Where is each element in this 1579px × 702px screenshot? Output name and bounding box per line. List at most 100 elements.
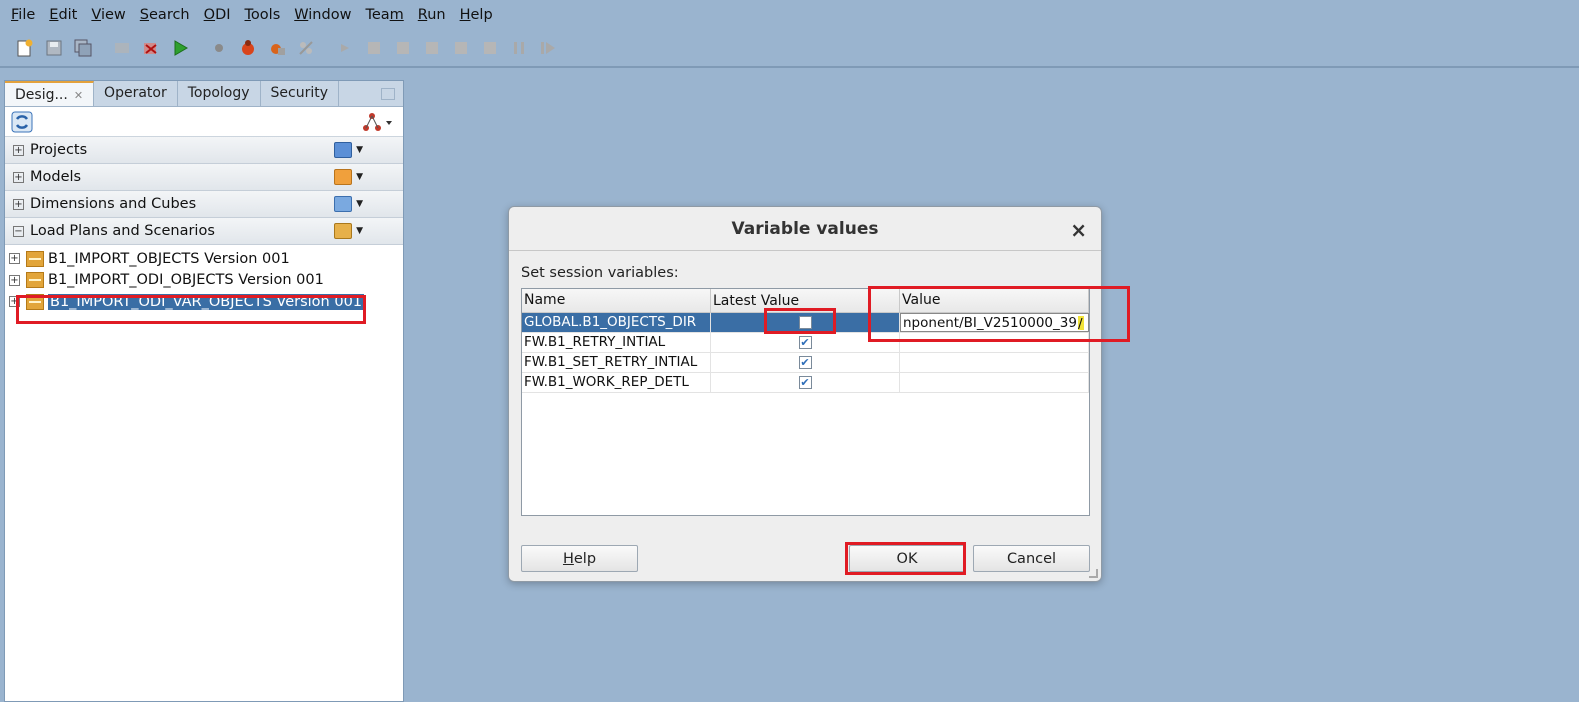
tab-topology[interactable]: Topology: [178, 81, 261, 106]
accordion-load-plans-label: Load Plans and Scenarios: [30, 223, 215, 239]
dimensions-menu-icon[interactable]: ▼: [334, 196, 363, 212]
step-into-icon[interactable]: [363, 37, 385, 59]
navigator-panel: Desig... ✕ Operator Topology Security + P…: [4, 80, 404, 702]
menu-edit[interactable]: Edit: [42, 7, 84, 23]
help-button[interactable]: Help: [521, 545, 638, 572]
table-row[interactable]: FW.B1_WORK_REP_DETL ✔: [522, 373, 1089, 393]
menu-run[interactable]: Run: [411, 7, 453, 23]
debug-icon[interactable]: [237, 37, 259, 59]
models-menu-icon[interactable]: ▼: [334, 169, 363, 185]
latest-value-checkbox[interactable]: ✔: [798, 336, 812, 349]
resize-grip-icon[interactable]: [1089, 569, 1098, 578]
menu-view-mnemonic: V: [91, 7, 101, 23]
menu-search-mnemonic: S: [139, 7, 150, 23]
menu-help-label: elp: [470, 7, 493, 23]
menu-search-label: earch: [149, 7, 190, 23]
expand-icon[interactable]: +: [13, 198, 24, 210]
menu-window-label: indow: [308, 7, 352, 23]
expand-icon[interactable]: +: [13, 144, 24, 156]
close-icon[interactable]: ×: [1070, 218, 1087, 242]
debug-clear-icon[interactable]: [295, 37, 317, 59]
scenario-icon: [26, 272, 44, 289]
menu-view-label: iew: [100, 7, 126, 23]
expand-icon[interactable]: +: [9, 274, 20, 286]
new-icon[interactable]: [14, 37, 36, 59]
value-cell[interactable]: [900, 373, 1089, 392]
menu-tools[interactable]: Tools: [238, 7, 288, 23]
tab-security[interactable]: Security: [261, 81, 340, 106]
navigator-toolbar: [5, 107, 403, 137]
highlight-ok-button: [845, 542, 966, 575]
menu-window[interactable]: Window: [287, 7, 358, 23]
pause-icon[interactable]: [508, 37, 530, 59]
connect-navigator-icon[interactable]: [361, 111, 395, 133]
menu-file-label: ile: [18, 7, 36, 23]
tree-item-label: B1_IMPORT_OBJECTS Version 001: [48, 250, 290, 267]
highlight-value-input: [868, 286, 1130, 342]
accordion-projects[interactable]: + Projects ▼: [5, 137, 403, 164]
menu-odi[interactable]: ODI: [197, 7, 238, 23]
menu-odi-label: DI: [215, 7, 231, 23]
breakpoint-icon[interactable]: [208, 37, 230, 59]
menu-team-label: Tea: [365, 7, 390, 23]
menu-odi-mnemonic: O: [203, 7, 216, 23]
minimize-panel-icon[interactable]: [373, 81, 403, 106]
projects-menu-icon[interactable]: ▼: [334, 142, 363, 158]
accordion-dimensions[interactable]: + Dimensions and Cubes ▼: [5, 191, 403, 218]
tab-designer[interactable]: Desig... ✕: [5, 81, 95, 106]
tab-topology-label: Topology: [187, 85, 250, 101]
accordion-load-plans[interactable]: − Load Plans and Scenarios ▼: [5, 218, 403, 245]
dialog-title: Variable values: [731, 218, 879, 239]
menu-search[interactable]: Search: [133, 7, 197, 23]
tab-operator[interactable]: Operator: [94, 81, 178, 106]
tree-item[interactable]: + B1_IMPORT_ODI_OBJECTS Version 001: [5, 270, 403, 292]
expand-icon[interactable]: +: [13, 171, 24, 183]
cancel-button[interactable]: Cancel: [973, 545, 1090, 572]
menu-file[interactable]: File: [4, 7, 42, 23]
latest-value-checkbox[interactable]: ✔: [798, 376, 812, 389]
accordion-dimensions-label: Dimensions and Cubes: [30, 196, 197, 212]
menu-view[interactable]: View: [84, 7, 132, 23]
menu-team[interactable]: Team: [358, 7, 410, 23]
resume-icon[interactable]: [537, 37, 559, 59]
menu-window-mnemonic: W: [294, 7, 309, 23]
close-tab-icon[interactable]: ✕: [74, 89, 83, 102]
tab-designer-label: Desig...: [15, 87, 68, 103]
variable-name: FW.B1_WORK_REP_DETL: [522, 373, 711, 392]
debug-settings-icon[interactable]: [266, 37, 288, 59]
help-mnemonic: H: [562, 550, 574, 567]
menu-team-mnemonic: m: [389, 7, 404, 23]
accordion-projects-label: Projects: [30, 142, 88, 158]
delete-icon[interactable]: [140, 37, 162, 59]
latest-value-cell: ✔: [711, 373, 900, 392]
navigator-tabs: Desig... ✕ Operator Topology Security: [5, 81, 403, 107]
menu-run-mnemonic: R: [417, 7, 428, 23]
accordion-models[interactable]: + Models ▼: [5, 164, 403, 191]
cancel-label: Cancel: [1006, 550, 1057, 567]
menu-bar: File Edit View Search ODI Tools Window T…: [0, 0, 1579, 30]
step-back-icon[interactable]: [450, 37, 472, 59]
latest-value-checkbox[interactable]: ✔: [798, 356, 812, 369]
menu-help-mnemonic: H: [459, 7, 471, 23]
collapse-icon[interactable]: −: [13, 225, 24, 237]
cut-icon[interactable]: [111, 37, 133, 59]
refresh-icon[interactable]: [11, 111, 33, 133]
dialog-subtitle: Set session variables:: [521, 265, 679, 281]
menu-help[interactable]: Help: [453, 7, 500, 23]
step-icon[interactable]: [334, 37, 356, 59]
table-row[interactable]: FW.B1_SET_RETRY_INTIAL ✔: [522, 353, 1089, 373]
step-end-icon[interactable]: [479, 37, 501, 59]
run-icon[interactable]: [169, 37, 191, 59]
step-out-icon[interactable]: [421, 37, 443, 59]
tree-item[interactable]: + B1_IMPORT_OBJECTS Version 001: [5, 248, 403, 270]
accordion-models-label: Models: [30, 169, 82, 185]
load-plans-menu-icon[interactable]: ▼: [334, 223, 363, 239]
step-over-icon[interactable]: [392, 37, 414, 59]
tree-item-label: B1_IMPORT_ODI_OBJECTS Version 001: [48, 272, 324, 289]
column-header-name[interactable]: Name: [522, 289, 711, 312]
scenario-icon: [26, 250, 44, 267]
save-icon[interactable]: [43, 37, 65, 59]
save-all-icon[interactable]: [72, 37, 94, 59]
value-cell[interactable]: [900, 353, 1089, 372]
expand-icon[interactable]: +: [9, 253, 20, 265]
